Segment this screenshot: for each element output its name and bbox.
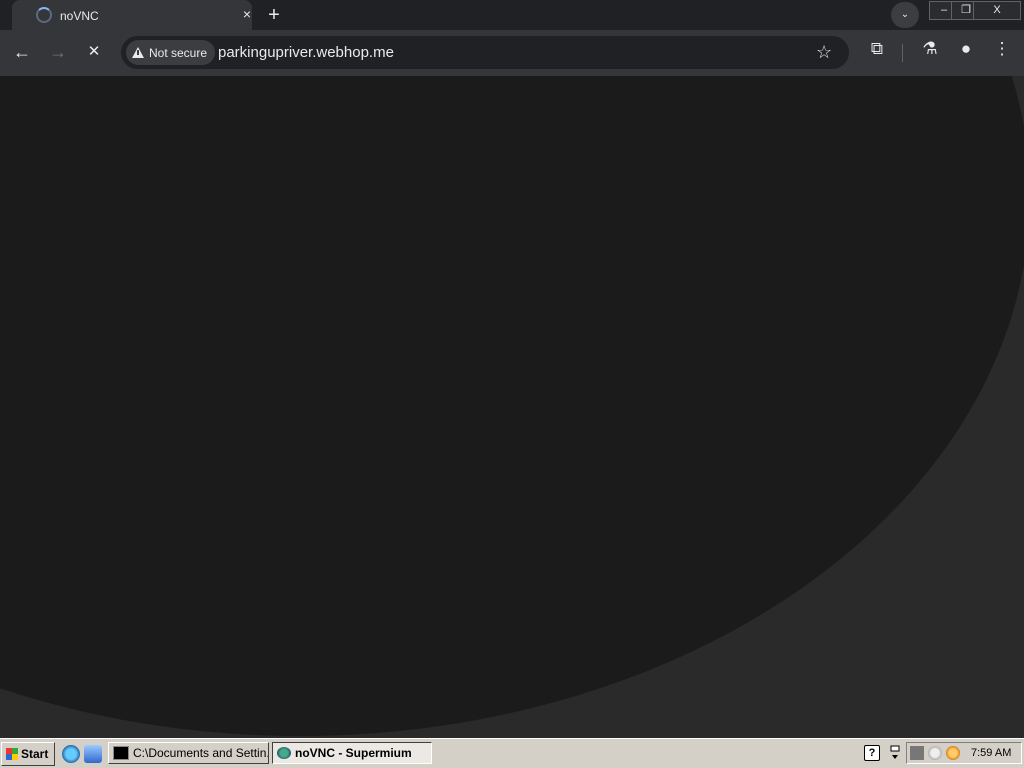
tab-close-button[interactable]: × xyxy=(239,6,255,22)
tab-novnc[interactable]: noVNC × xyxy=(12,0,252,30)
stop-button[interactable]: ✕ xyxy=(80,38,108,66)
tab-title: noVNC xyxy=(60,9,99,23)
network-icon[interactable] xyxy=(890,745,900,761)
labs-flask-icon[interactable]: ⚗ xyxy=(918,39,942,59)
taskbar-item-label: noVNC - Supermium xyxy=(295,746,412,760)
page-viewport[interactable]: · · · xyxy=(0,76,1024,738)
show-desktop-icon[interactable] xyxy=(84,745,102,763)
windows-logo-icon xyxy=(6,748,18,760)
system-tray: 7:59 AM xyxy=(906,742,1022,764)
tray-disc-icon[interactable] xyxy=(928,746,942,760)
internet-explorer-icon[interactable] xyxy=(62,745,80,763)
bookmark-star-icon[interactable]: ☆ xyxy=(816,42,832,63)
start-label: Start xyxy=(21,747,49,761)
tab-strip: noVNC × + ⌄ – ❐ X xyxy=(0,0,1024,30)
url-text[interactable]: parkingupriver.webhop.me xyxy=(218,44,394,61)
tray-app-icon[interactable] xyxy=(910,746,924,760)
start-button[interactable]: Start xyxy=(1,742,55,766)
taskbar-item-supermium[interactable]: noVNC - Supermium xyxy=(272,742,432,764)
extensions-icon[interactable]: ⧉ xyxy=(865,39,889,59)
toolbar-separator xyxy=(902,44,903,62)
profile-icon[interactable]: ● xyxy=(954,39,978,59)
back-button[interactable]: ← xyxy=(8,38,36,66)
supermium-icon xyxy=(277,747,291,759)
clock[interactable]: 7:59 AM xyxy=(971,747,1011,759)
taskbar: Start C:\Documents and Settin... noVNC -… xyxy=(0,738,1024,768)
taskbar-item-explorer[interactable]: C:\Documents and Settin... xyxy=(108,742,269,764)
loading-text: · · · xyxy=(537,419,548,426)
dark-background-shape xyxy=(0,76,1024,736)
help-icon[interactable]: ? xyxy=(864,745,880,761)
tray-search-icon[interactable] xyxy=(946,746,960,760)
warning-icon xyxy=(132,47,144,58)
tab-search-button[interactable]: ⌄ xyxy=(891,2,919,28)
close-window-button[interactable]: X xyxy=(973,1,1021,20)
7zip-icon xyxy=(113,746,129,760)
loading-spinner-icon xyxy=(36,7,52,23)
security-label: Not secure xyxy=(149,45,208,60)
forward-button[interactable]: → xyxy=(44,38,72,66)
new-tab-button[interactable]: + xyxy=(263,4,285,26)
address-bar[interactable]: Not secure parkingupriver.webhop.me ☆ xyxy=(121,36,849,69)
taskbar-item-label: C:\Documents and Settin... xyxy=(133,746,269,760)
menu-icon[interactable]: ⋮ xyxy=(990,39,1014,59)
security-chip[interactable]: Not secure xyxy=(126,40,216,65)
browser-toolbar: ← → ✕ Not secure parkingupriver.webhop.m… xyxy=(0,30,1024,76)
